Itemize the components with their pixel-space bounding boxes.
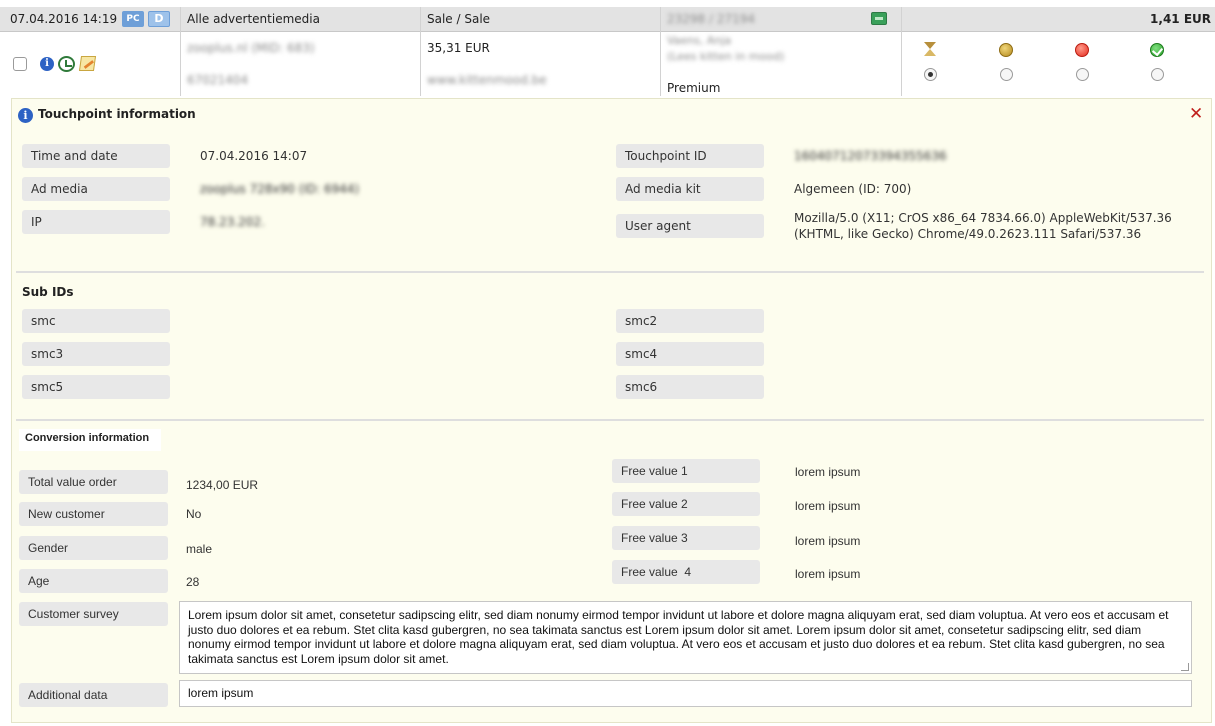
age-label: Age (19, 569, 168, 593)
free-value-4-label: Free value 4 (612, 560, 760, 584)
info-icon[interactable]: i (40, 57, 54, 71)
status-radio-pending[interactable] (924, 68, 937, 81)
admedia-label: Ad media (22, 177, 170, 201)
time-value: 07.04.2016 14:07 (200, 149, 308, 163)
status-radio-approved[interactable] (1151, 68, 1164, 81)
admedia-kit-value: Algemeen (ID: 700) (794, 182, 912, 196)
column-divider (420, 32, 421, 96)
free-value-4: lorem ipsum (795, 567, 861, 581)
subid-label: smc6 (616, 375, 764, 399)
panel-title: Touchpoint information (38, 107, 196, 121)
transaction-detail-row: i zooplus.nl (MID: 683) 67021404 35,31 E… (0, 32, 1215, 96)
touchpoint-id-value: 16040712073394355636 (794, 149, 947, 163)
publisher-name: zooplus.nl (MID: 683) (187, 41, 315, 55)
customer-survey-label: Customer survey (19, 602, 168, 626)
device-pc-badge: PC (122, 11, 144, 27)
free-value-3: lorem ipsum (795, 534, 861, 548)
admedia-value: zooplus 728x90 (ID: 6944) (200, 182, 360, 196)
close-icon[interactable]: ✕ (1189, 106, 1203, 123)
device-d-badge: D (148, 11, 170, 27)
rejected-status-icon (1075, 43, 1089, 57)
new-customer-label: New customer (19, 502, 168, 526)
transaction-media: Alle advertentiemedia (187, 12, 320, 26)
admedia-kit-label: Ad media kit (616, 177, 764, 201)
time-label: Time and date (22, 144, 170, 168)
free-value-2: lorem ipsum (795, 499, 861, 513)
transaction-ids: 23298 / 27194 (667, 12, 756, 26)
subid-label: smc2 (616, 309, 764, 333)
gender-label: Gender (19, 536, 168, 560)
subid-label: smc (22, 309, 170, 333)
column-divider (420, 7, 421, 32)
user-agent-label: User agent (616, 214, 764, 238)
transaction-header-row: 07.04.2016 14:19 PC D Alle advertentieme… (0, 7, 1215, 32)
column-divider (660, 7, 661, 32)
customer-survey-textarea[interactable]: Lorem ipsum dolor sit amet, consetetur s… (179, 601, 1192, 674)
total-value: 1234,00 EUR (186, 478, 259, 492)
column-divider (901, 32, 902, 96)
customer-note: (Lees kitten in mood) (667, 50, 785, 63)
conversion-title: Conversion information (19, 429, 161, 451)
column-divider (180, 7, 181, 32)
additional-data-label: Additional data (19, 683, 168, 707)
customer-name: Vaens, Anja (667, 34, 732, 47)
section-divider (16, 419, 1204, 421)
column-divider (660, 32, 661, 96)
gender-value: male (186, 542, 213, 556)
free-value-1-label: Free value 1 (612, 459, 760, 483)
section-divider (16, 271, 1204, 273)
transaction-commission: 1,41 EUR (1150, 12, 1211, 26)
status-radio-rejected[interactable] (1076, 68, 1089, 81)
hourglass-icon (924, 42, 936, 56)
free-value-3-label: Free value 3 (612, 526, 760, 550)
touchpoint-id-label: Touchpoint ID (616, 144, 764, 168)
new-customer-value: No (186, 507, 202, 521)
column-divider (180, 32, 181, 96)
additional-data-input[interactable]: lorem ipsum (179, 680, 1192, 707)
subid-label: smc3 (22, 342, 170, 366)
transaction-type: Sale / Sale (427, 12, 491, 26)
customer-tier: Premium (667, 81, 721, 95)
row-select-checkbox[interactable] (13, 57, 27, 71)
approved-status-icon (1150, 43, 1164, 57)
subid-label: smc5 (22, 375, 170, 399)
ip-label: IP (22, 210, 170, 234)
age-value: 28 (186, 575, 200, 589)
subids-title: Sub IDs (22, 285, 74, 299)
info-icon: i (18, 108, 33, 123)
user-agent-line1: Mozilla/5.0 (X11; CrOS x86_64 7834.66.0)… (794, 211, 1172, 225)
history-icon[interactable] (58, 56, 75, 72)
status-radio-open[interactable] (1000, 68, 1013, 81)
publisher-id: 67021404 (187, 73, 249, 87)
free-value-1: lorem ipsum (795, 465, 861, 479)
transaction-datetime: 07.04.2016 14:19 (10, 12, 118, 26)
user-agent-line2: (KHTML, like Gecko) Chrome/49.0.2623.111… (794, 227, 1142, 241)
column-divider (901, 7, 902, 32)
edit-icon[interactable] (78, 56, 97, 71)
ip-value: 78.23.202. (200, 215, 265, 229)
open-status-icon (999, 43, 1013, 57)
subid-label: smc4 (616, 342, 764, 366)
free-value-2-label: Free value 2 (612, 492, 760, 516)
publisher-website[interactable]: www.kittenmood.be (427, 73, 547, 87)
total-value-label: Total value order (19, 470, 168, 494)
transaction-amount: 35,31 EUR (427, 41, 490, 55)
money-icon (871, 12, 887, 25)
